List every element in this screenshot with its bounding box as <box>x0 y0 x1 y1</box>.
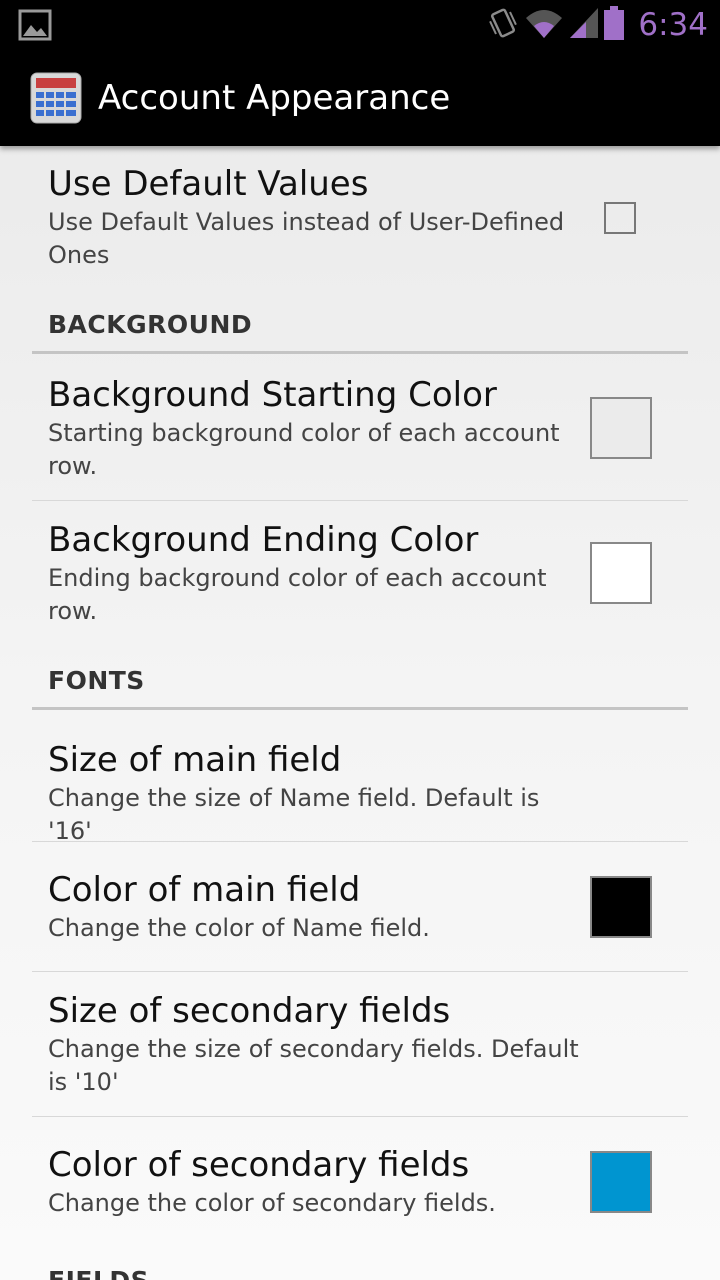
picture-icon <box>18 9 52 46</box>
category-background: BACKGROUND <box>48 310 253 339</box>
pref-color-of-main-field[interactable]: Color of main field Change the color of … <box>48 870 588 945</box>
background-starting-color-swatch[interactable] <box>590 397 652 459</box>
pref-use-default-values[interactable]: Use Default Values Use Default Values in… <box>48 164 588 272</box>
pref-title: Size of main field <box>48 740 342 780</box>
vibrate-icon <box>482 6 518 45</box>
use-default-values-checkbox[interactable] <box>604 202 636 234</box>
pref-title: Use Default Values <box>48 164 369 204</box>
divider <box>32 971 688 972</box>
status-bar: 6:34 <box>0 0 720 50</box>
secondary-fields-color-swatch[interactable] <box>590 1151 652 1213</box>
pref-size-of-main-field[interactable]: Size of main field Change the size of Na… <box>48 740 588 848</box>
background-ending-color-swatch[interactable] <box>590 542 652 604</box>
pref-background-ending-color[interactable]: Background Ending Color Ending backgroun… <box>48 520 588 628</box>
page-title: Account Appearance <box>98 78 451 118</box>
pref-title: Background Starting Color <box>48 375 497 415</box>
divider <box>32 1116 688 1117</box>
clock: 6:34 <box>638 7 708 43</box>
calculator-app-icon[interactable] <box>30 72 82 129</box>
pref-color-of-secondary-fields[interactable]: Color of secondary fields Change the col… <box>48 1145 588 1220</box>
pref-summary: Change the color of secondary fields. <box>48 1189 496 1217</box>
pref-title: Background Ending Color <box>48 520 479 560</box>
pref-title: Size of secondary fields <box>48 991 451 1031</box>
pref-summary: Use Default Values instead of User-Defin… <box>48 208 565 269</box>
pref-size-of-secondary-fields[interactable]: Size of secondary fields Change the size… <box>48 991 588 1099</box>
category-fonts: FONTS <box>48 666 145 695</box>
main-field-color-swatch[interactable] <box>590 876 652 938</box>
category-divider <box>32 707 688 710</box>
divider <box>32 841 688 842</box>
battery-icon <box>598 5 625 45</box>
pref-summary: Starting background color of each accoun… <box>48 419 560 480</box>
divider <box>32 500 688 501</box>
pref-title: Color of secondary fields <box>48 1145 470 1185</box>
preferences-list[interactable]: Use Default Values Use Default Values in… <box>0 146 720 1280</box>
action-bar: Account Appearance <box>0 50 720 146</box>
pref-summary: Change the size of Name field. Default i… <box>48 784 540 845</box>
status-icons: 6:34 <box>482 0 708 50</box>
wifi-icon <box>518 8 564 43</box>
pref-title: Color of main field <box>48 870 361 910</box>
pref-summary: Ending background color of each account … <box>48 564 547 625</box>
signal-icon <box>564 7 599 43</box>
pref-summary: Change the size of secondary fields. Def… <box>48 1035 579 1096</box>
pref-summary: Change the color of Name field. <box>48 914 430 942</box>
category-divider <box>32 351 688 354</box>
pref-background-starting-color[interactable]: Background Starting Color Starting backg… <box>48 375 588 483</box>
category-fields: FIELDS <box>48 1266 149 1280</box>
